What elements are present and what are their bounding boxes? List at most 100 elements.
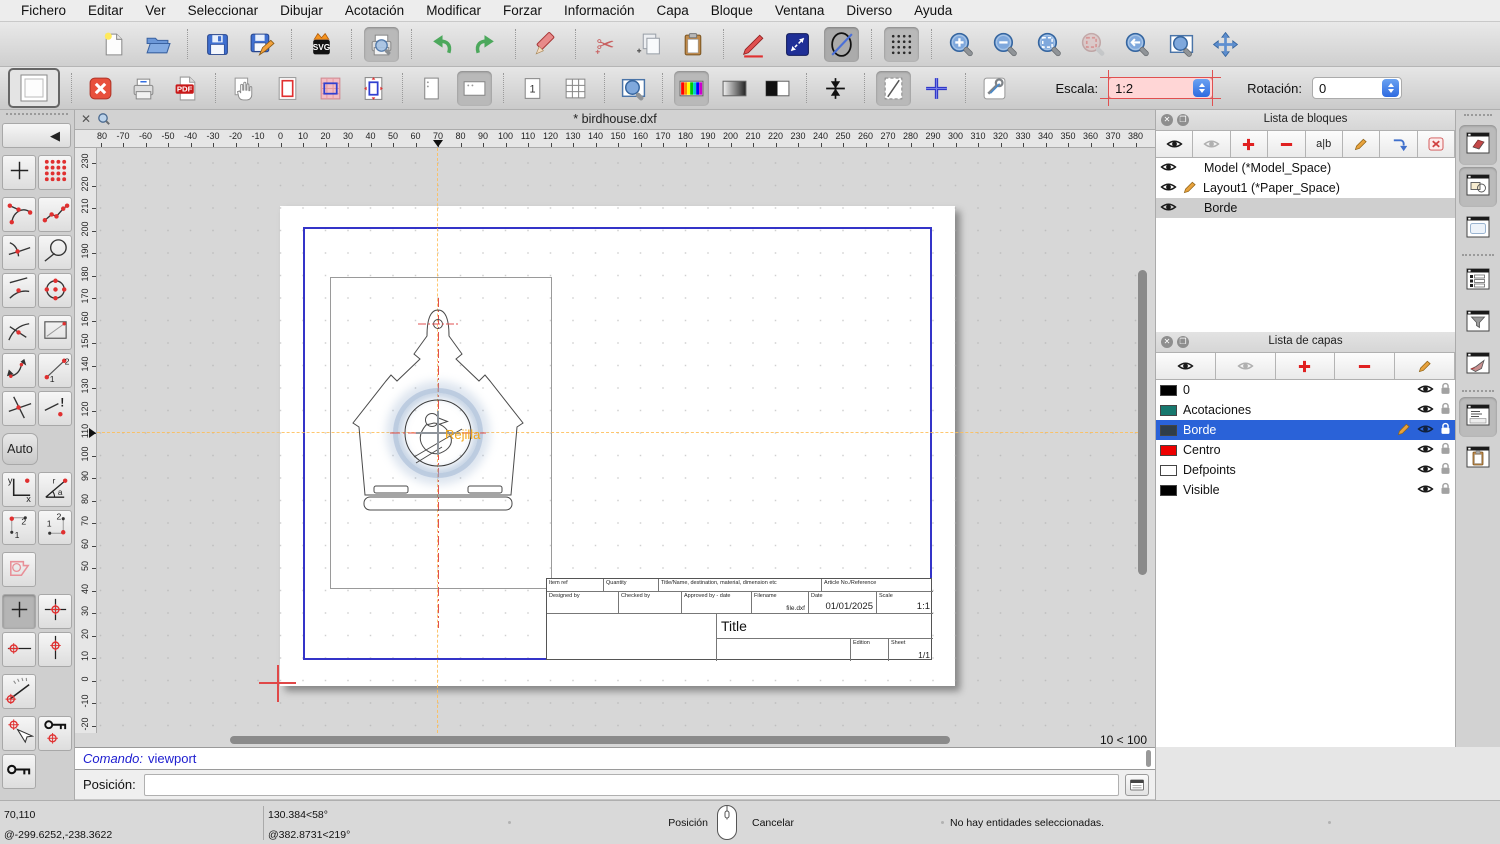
single-page-button[interactable]: 1 xyxy=(515,71,550,106)
insert-block-button[interactable] xyxy=(1380,131,1418,157)
edit-block-button[interactable] xyxy=(1342,131,1381,157)
grid-toggle-button[interactable] xyxy=(884,26,919,62)
layer-row[interactable]: Centro xyxy=(1156,440,1455,460)
layer-row[interactable]: Borde xyxy=(1156,420,1455,440)
delete-block-button[interactable] xyxy=(1417,131,1455,157)
new-file-button[interactable] xyxy=(96,27,131,62)
layer-lock-icon[interactable] xyxy=(1440,482,1451,498)
intersection-snap-button[interactable] xyxy=(2,235,36,270)
layer-eye-icon[interactable] xyxy=(1417,423,1434,438)
menu-modificar[interactable]: Modificar xyxy=(415,3,492,18)
rotation-combobox[interactable]: 0 xyxy=(1312,77,1402,99)
zoom-in-button[interactable] xyxy=(944,27,979,62)
layer-row[interactable]: Defpoints xyxy=(1156,460,1455,480)
auto-button-button[interactable]: Auto xyxy=(2,433,38,465)
intersection-manual-button[interactable] xyxy=(2,391,36,426)
nearest-snap-button[interactable] xyxy=(2,273,36,308)
layer-row[interactable]: 0 xyxy=(1156,380,1455,400)
hide-all-layers-button[interactable] xyxy=(1215,353,1276,379)
zoom-out-button[interactable] xyxy=(988,27,1023,62)
snap-warning-button[interactable]: ! xyxy=(38,391,72,426)
restrict-horizontal-button[interactable] xyxy=(2,632,36,667)
canvas[interactable]: Item ref Quantity Title/Name, destinatio… xyxy=(97,148,1155,733)
settings-tools-button[interactable] xyxy=(977,71,1012,106)
layer-eye-icon[interactable] xyxy=(1417,463,1434,478)
delete-entities-button[interactable] xyxy=(528,27,563,62)
layer-lock-icon[interactable] xyxy=(1440,402,1451,418)
command-scroll-thumb[interactable] xyxy=(1146,750,1151,767)
layer-row[interactable]: Visible xyxy=(1156,480,1455,500)
back-arrow-button[interactable]: ◀ xyxy=(2,123,71,148)
block-row[interactable]: Borde xyxy=(1156,198,1455,218)
visibility-eye-icon[interactable] xyxy=(1160,161,1177,176)
coordinate-polar-button[interactable]: ra xyxy=(38,472,72,507)
multi-page-button[interactable] xyxy=(558,71,593,106)
corner-snap-21-button[interactable]: 12 xyxy=(38,510,72,545)
print-export-button[interactable] xyxy=(126,71,161,106)
vertical-scroll-thumb[interactable] xyxy=(1138,270,1147,575)
show-all-blocks-button[interactable] xyxy=(1156,131,1194,157)
print-preview-button[interactable] xyxy=(364,26,399,62)
menu-ventana[interactable]: Ventana xyxy=(764,3,836,18)
color-mode-button[interactable] xyxy=(674,70,709,106)
keyboard-button[interactable] xyxy=(1125,773,1149,796)
layer-lock-icon[interactable] xyxy=(1440,382,1451,398)
layer-eye-icon[interactable] xyxy=(1417,383,1434,398)
block-row[interactable]: Layout1 (*Paper_Space) xyxy=(1156,178,1455,198)
circle-snap-button[interactable] xyxy=(38,235,72,270)
visibility-eye-icon[interactable] xyxy=(1160,201,1177,216)
menu-editar[interactable]: Editar xyxy=(77,3,134,18)
pen-dock-button[interactable] xyxy=(1459,345,1497,385)
export-svg-button[interactable]: SVG xyxy=(304,27,339,62)
menu-forzar[interactable]: Forzar xyxy=(492,3,553,18)
command-dock-button[interactable] xyxy=(1459,397,1497,437)
undo-button[interactable] xyxy=(424,27,459,62)
menu-seleccionar[interactable]: Seleccionar xyxy=(177,3,270,18)
scale-stepper[interactable] xyxy=(1193,79,1211,97)
blackwhite-mode-button[interactable] xyxy=(760,71,795,106)
grayscale-mode-button[interactable] xyxy=(717,71,752,106)
coordinate-yx-button[interactable]: yx xyxy=(2,472,36,507)
layer-lock-icon[interactable] xyxy=(1440,462,1451,478)
draft-mode-button[interactable] xyxy=(876,70,911,106)
rename-block-button[interactable]: a|b xyxy=(1305,131,1343,157)
close-drawing-button[interactable] xyxy=(83,71,118,106)
menu-ver[interactable]: Ver xyxy=(134,3,176,18)
page-landscape-button[interactable] xyxy=(457,70,492,106)
open-file-button[interactable] xyxy=(140,27,175,62)
filter-dock-button[interactable] xyxy=(1459,303,1497,343)
menu-dibujar[interactable]: Dibujar xyxy=(269,3,334,18)
restrict-nothing-button[interactable] xyxy=(2,594,36,629)
drag-page-button[interactable] xyxy=(227,71,262,106)
crosshair-toggle-button[interactable] xyxy=(919,71,954,106)
free-snap-button[interactable] xyxy=(2,155,36,190)
page-border-button[interactable] xyxy=(270,71,305,106)
menu-informacion[interactable]: Información xyxy=(553,3,646,18)
add-block-button[interactable] xyxy=(1230,131,1269,157)
orthogonal-snap-button[interactable] xyxy=(2,353,36,388)
command-line[interactable]: Comando: viewport xyxy=(75,747,1155,770)
zoom-selected-button[interactable] xyxy=(1076,27,1111,62)
layer-lock-icon[interactable] xyxy=(1440,422,1451,438)
visibility-eye-icon[interactable] xyxy=(1160,181,1177,196)
position-input[interactable] xyxy=(143,773,1119,796)
pdf-export-button[interactable]: PDF xyxy=(169,71,204,106)
layer-lock-icon[interactable] xyxy=(1440,442,1451,458)
restrict-vertical-button[interactable] xyxy=(38,632,72,667)
page-portrait-button[interactable] xyxy=(414,71,449,106)
block-row[interactable]: Model (*Model_Space) xyxy=(1156,158,1455,178)
layout-mode-button[interactable] xyxy=(8,68,60,108)
corner-snap-12-button[interactable]: 12 xyxy=(2,510,36,545)
horizontal-scroll-thumb[interactable] xyxy=(230,736,950,744)
copy-button[interactable] xyxy=(632,27,667,62)
layer-eye-icon[interactable] xyxy=(1417,443,1434,458)
select-region-button[interactable] xyxy=(2,552,36,587)
menu-fichero[interactable]: Fichero xyxy=(10,3,77,18)
menu-acotacion[interactable]: Acotación xyxy=(334,3,415,18)
layerlist-dock-button[interactable] xyxy=(1459,261,1497,301)
zoom-previous-button[interactable] xyxy=(1120,27,1155,62)
angle-gauge-button[interactable] xyxy=(2,674,36,709)
endpoint-snap-button[interactable] xyxy=(2,197,36,232)
lock-relative-zero-button[interactable] xyxy=(38,716,72,751)
menu-capa[interactable]: Capa xyxy=(646,3,700,18)
